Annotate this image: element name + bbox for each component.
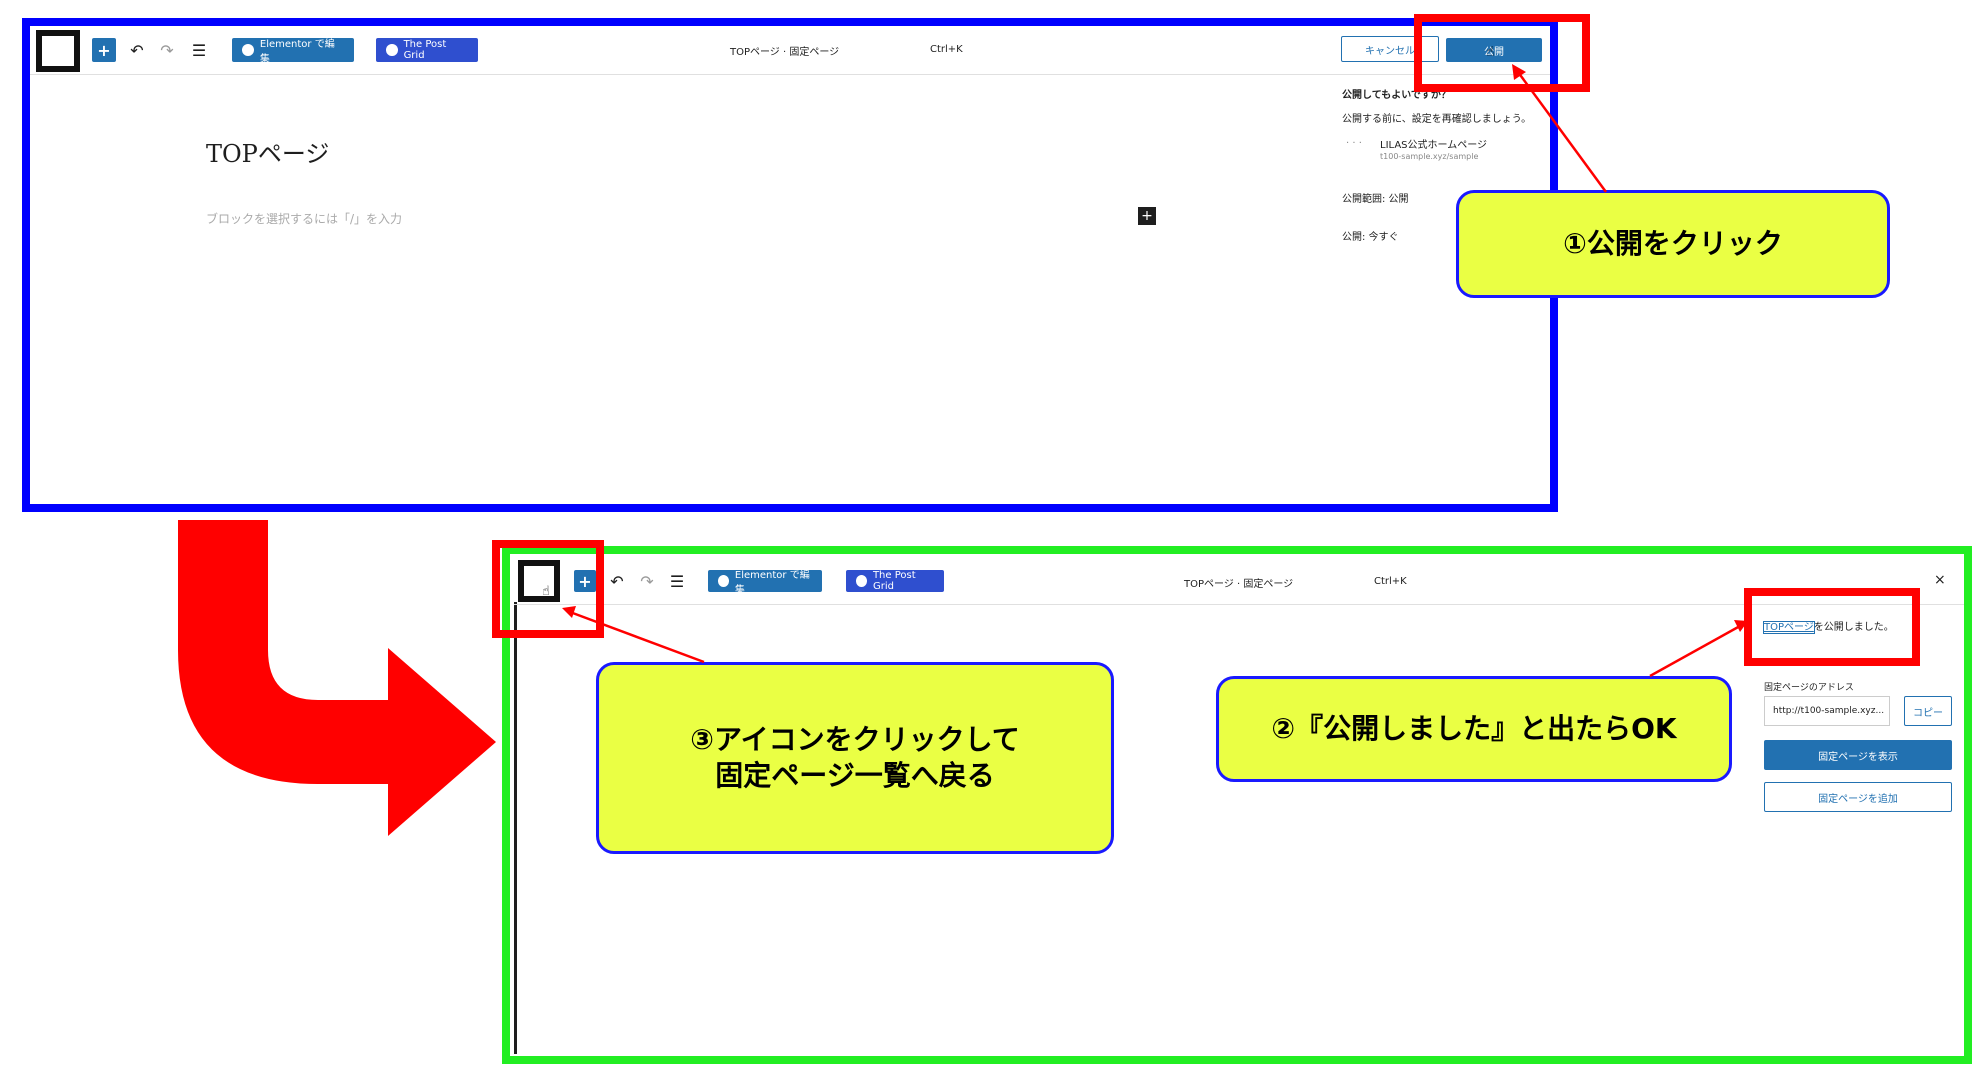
step1-arrowhead-icon <box>1512 64 1526 80</box>
step3-arrowhead-icon <box>562 606 576 618</box>
step1-pointer-line <box>1516 71 1608 193</box>
flow-arrow-icon <box>178 520 496 836</box>
step2-arrowhead-icon <box>1734 620 1748 632</box>
step3-pointer-line <box>569 610 705 664</box>
step2-pointer-line <box>1649 624 1741 678</box>
annotation-arrows <box>178 64 1748 836</box>
